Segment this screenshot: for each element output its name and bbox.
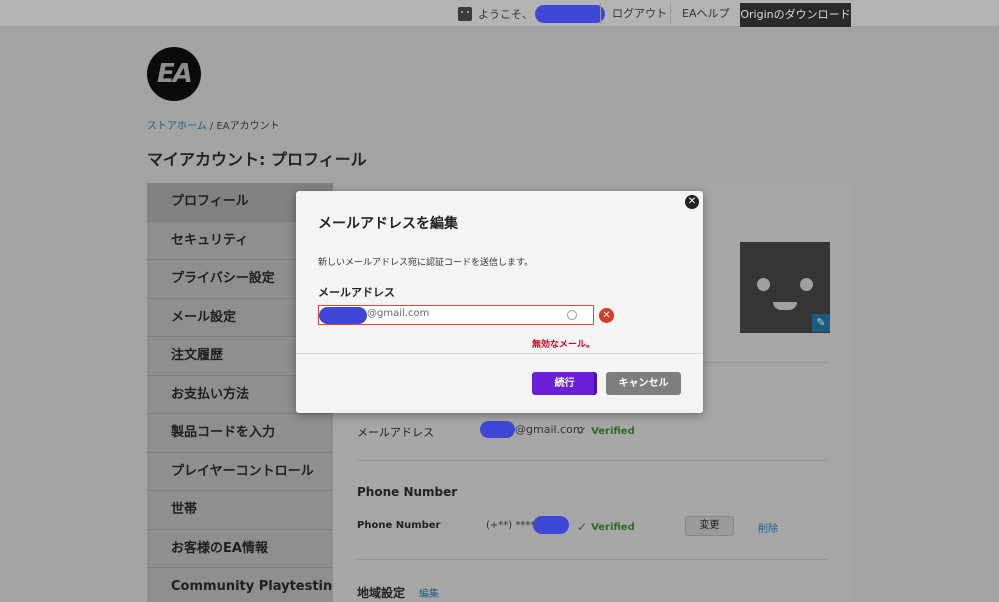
page-title: マイアカウント: プロフィール <box>147 150 367 169</box>
logout-link[interactable]: ログアウト <box>612 0 667 27</box>
email-field-label: メールアドレス <box>318 286 395 299</box>
continue-button[interactable]: 続行 <box>532 372 597 395</box>
phone-verified-badge: ✓ Verified <box>577 520 635 534</box>
redacted-email-local <box>480 421 515 438</box>
email-error-message: 無効なメール。 <box>532 340 596 350</box>
sidebar-item-redeem-code[interactable]: 製品コードを入力 <box>147 414 333 453</box>
change-phone-button[interactable]: 変更 <box>685 516 734 536</box>
help-link[interactable]: EAヘルプ <box>682 0 729 27</box>
modal-divider <box>296 353 703 354</box>
email-row-suffix: @gmail.com <box>515 423 584 436</box>
phone-verified-text: Verified <box>591 521 635 533</box>
error-icon: ✕ <box>599 308 614 323</box>
divider <box>670 3 671 24</box>
autofill-key-icon[interactable] <box>567 310 577 320</box>
breadcrumb-separator: / <box>206 121 217 132</box>
delete-phone-link[interactable]: 削除 <box>758 520 778 535</box>
redacted-phone <box>533 516 570 534</box>
breadcrumb-home-link[interactable]: ストアホーム <box>147 121 207 132</box>
phone-row-label: Phone Number <box>357 520 441 531</box>
email-field-value: @gmail.com <box>367 308 430 319</box>
redacted-email-input <box>319 307 367 324</box>
redacted-username <box>535 5 605 23</box>
user-avatar-icon <box>458 7 472 21</box>
divider <box>357 559 828 560</box>
phone-row-prefix: (+**) **** <box>486 519 536 531</box>
avatar-eye <box>757 278 770 291</box>
download-origin-button[interactable]: Originのダウンロード <box>740 3 851 27</box>
divider <box>357 460 828 461</box>
breadcrumb-current: EAアカウント <box>216 121 280 132</box>
check-icon: ✓ <box>577 424 588 438</box>
modal-title: メールアドレスを編集 <box>318 216 458 232</box>
top-bar: ようこそ、 ログアウト EAヘルプ Originのダウンロード <box>0 0 999 27</box>
divider <box>600 3 601 24</box>
sidebar-item-playtesting[interactable]: Community Playtesting <box>147 568 342 602</box>
phone-row-value: (+**) **** <box>486 516 570 534</box>
sidebar-item-player-controls[interactable]: プレイヤーコントロール <box>147 453 333 491</box>
avatar-eye <box>800 278 813 291</box>
region-section-title: 地域設定 <box>357 586 406 600</box>
avatar-mouth <box>773 302 797 310</box>
email-verified-badge: ✓ Verified <box>577 424 635 438</box>
check-icon: ✓ <box>577 520 588 534</box>
email-verified-text: Verified <box>591 425 635 437</box>
pencil-icon[interactable]: ✎ <box>812 314 830 332</box>
sidebar-item-ea-data[interactable]: お客様のEA情報 <box>147 530 333 568</box>
modal-description: 新しいメールアドレス宛に認証コードを送信します。 <box>318 258 534 268</box>
sidebar-item-household[interactable]: 世帯 <box>147 491 333 530</box>
email-field[interactable]: @gmail.com <box>318 305 594 325</box>
email-row-label: メールアドレス <box>357 426 434 439</box>
ea-logo[interactable]: EA <box>147 47 201 101</box>
cancel-button[interactable]: キャンセル <box>606 372 681 395</box>
close-icon[interactable]: ✕ <box>685 195 699 209</box>
email-row-value: @gmail.com <box>480 421 584 438</box>
welcome-text: ようこそ、 <box>478 8 533 21</box>
edit-region-link[interactable]: 編集 <box>419 585 439 600</box>
phone-section-title: Phone Number <box>357 485 458 499</box>
welcome-area: ようこそ、 <box>458 5 605 23</box>
breadcrumb: ストアホーム / EAアカウント <box>147 117 280 132</box>
